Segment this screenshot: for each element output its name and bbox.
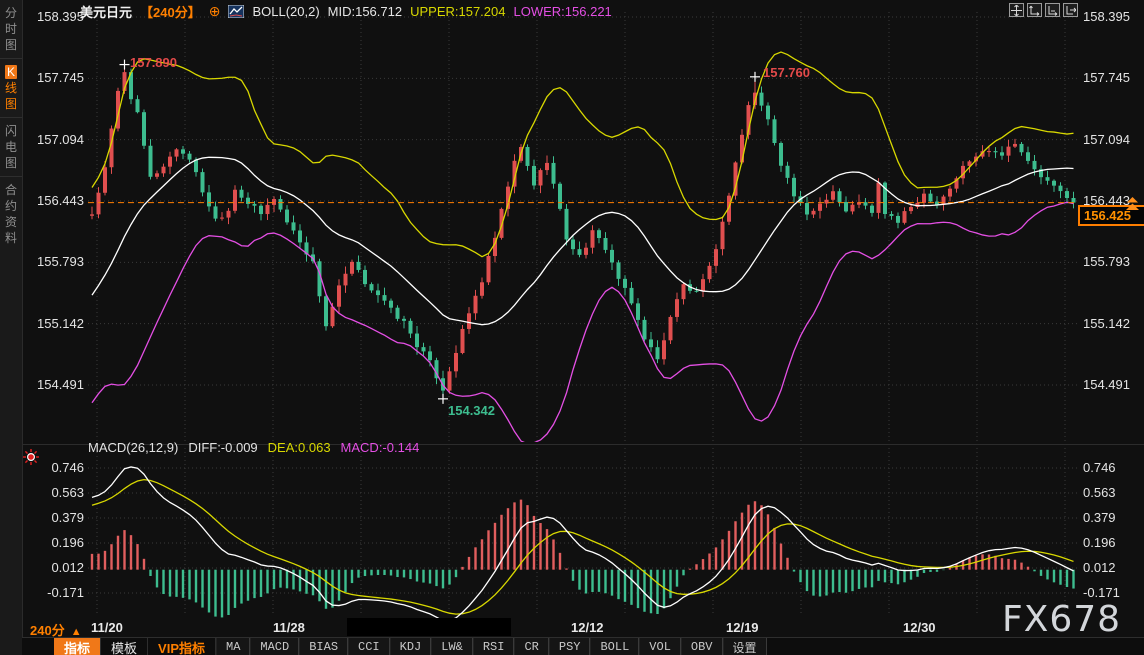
indicator-buttons: MAMACDBIASCCIKDJLW&RSICRPSYBOLLVOLOBV设置 bbox=[216, 638, 767, 655]
fit-y-axis-icon[interactable] bbox=[1027, 3, 1042, 17]
macd-axis-label-left: 0.563 bbox=[24, 485, 84, 500]
macd-axis-label-left: 0.379 bbox=[24, 510, 84, 525]
price-axis-label-right: 157.745 bbox=[1083, 70, 1130, 85]
toolbar-button-ma[interactable]: MA bbox=[216, 638, 250, 655]
sidebar: 分时图K线图闪电图合约资料 bbox=[0, 0, 23, 655]
toolbar-button-lw[interactable]: LW& bbox=[431, 638, 473, 655]
macd-title: MACD(26,12,9) bbox=[88, 440, 178, 455]
boll-mid-value: MID:156.712 bbox=[328, 4, 402, 19]
x-axis-label: 12/19 bbox=[726, 620, 759, 635]
boll-upper-value: UPPER:157.204 bbox=[410, 4, 505, 19]
macd-axis-label-left: 0.196 bbox=[24, 535, 84, 550]
macd-macd-value: MACD:-0.144 bbox=[341, 440, 420, 455]
toolbar-button-cci[interactable]: CCI bbox=[348, 638, 390, 655]
price-axis-label-left: 157.094 bbox=[24, 132, 84, 147]
toolbar-button-kdj[interactable]: KDJ bbox=[390, 638, 432, 655]
toolbar-button-boll[interactable]: BOLL bbox=[590, 638, 639, 655]
macd-axis-label-left: -0.171 bbox=[24, 585, 84, 600]
price-axis-label-right: 158.395 bbox=[1083, 9, 1130, 24]
live-indicator-icon bbox=[23, 449, 39, 470]
sidebar-item-3[interactable]: 闪电图 bbox=[0, 117, 22, 176]
sidebar-item-2[interactable]: K线图 bbox=[0, 58, 22, 117]
price-marker-icon[interactable] bbox=[1125, 196, 1140, 216]
toolbar-button-[interactable]: 设置 bbox=[723, 638, 767, 655]
price-axis-label-right: 154.491 bbox=[1083, 377, 1130, 392]
annotation-low-1: 154.342 bbox=[448, 403, 495, 418]
bollinger-lines bbox=[92, 52, 1074, 444]
price-axis-label-left: 155.142 bbox=[24, 316, 84, 331]
reset-view-icon[interactable] bbox=[1063, 3, 1078, 17]
toolbar-button-macd[interactable]: MACD bbox=[250, 638, 299, 655]
macd-dea-value: DEA:0.063 bbox=[268, 440, 331, 455]
macd-axis-label-right: 0.746 bbox=[1083, 460, 1116, 475]
toolbar-button-vol[interactable]: VOL bbox=[639, 638, 681, 655]
x-axis-label: 12/30 bbox=[903, 620, 936, 635]
tab-templates[interactable]: 模板 bbox=[101, 638, 148, 655]
app-window: 分时图K线图闪电图合约资料 美元日元 【240分】 ⊕ BOLL(20,2) M… bbox=[0, 0, 1144, 655]
tab-indicators[interactable]: 指标 bbox=[54, 638, 101, 655]
price-axis-label-right: 155.142 bbox=[1083, 316, 1130, 331]
macd-axis-label-right: 0.012 bbox=[1083, 560, 1116, 575]
annotation-high-2: 157.760 bbox=[763, 65, 810, 80]
macd-axis-label-right: 0.196 bbox=[1083, 535, 1116, 550]
price-axis-label-right: 157.094 bbox=[1083, 132, 1130, 147]
chart-tools bbox=[1009, 3, 1078, 17]
tab-vip-indicators[interactable]: VIP指标 bbox=[148, 638, 216, 655]
grid-lines bbox=[88, 12, 1078, 616]
price-axis-label-left: 154.491 bbox=[24, 377, 84, 392]
price-axis-label-left: 157.745 bbox=[24, 70, 84, 85]
toolbar-button-bias[interactable]: BIAS bbox=[299, 638, 348, 655]
boll-lower-value: LOWER:156.221 bbox=[514, 4, 612, 19]
macd-axis-label-left: 0.012 bbox=[24, 560, 84, 575]
price-axis-label-right: 155.793 bbox=[1083, 254, 1130, 269]
sidebar-item-1[interactable]: 分时图 bbox=[0, 0, 22, 58]
annotation-high-1: 157.890 bbox=[130, 55, 177, 70]
toolbar-button-psy[interactable]: PSY bbox=[549, 638, 591, 655]
macd-axis-label-right: -0.171 bbox=[1083, 585, 1120, 600]
price-axis-label-left: 158.395 bbox=[24, 9, 84, 24]
macd-header: MACD(26,12,9) DIFF:-0.009 DEA:0.063 MACD… bbox=[88, 440, 419, 455]
chart-header: 美元日元 【240分】 ⊕ BOLL(20,2) MID:156.712 UPP… bbox=[80, 2, 612, 20]
sidebar-item-4[interactable]: 合约资料 bbox=[0, 176, 22, 251]
price-axis-label-left: 156.443 bbox=[24, 193, 84, 208]
mini-chart-icon[interactable] bbox=[228, 5, 244, 18]
x-axis-label: 11/28 bbox=[273, 620, 305, 635]
macd-axis-label-right: 0.563 bbox=[1083, 485, 1116, 500]
chart-canvas[interactable] bbox=[0, 0, 1144, 655]
toolbar-button-rsi[interactable]: RSI bbox=[473, 638, 515, 655]
macd-diff-value: DIFF:-0.009 bbox=[188, 440, 257, 455]
period-label: 【240分】 bbox=[140, 2, 201, 21]
bottom-toolbar: 指标 模板 VIP指标 MAMACDBIASCCIKDJLW&RSICRPSYB… bbox=[22, 637, 1144, 655]
toolbar-button-cr[interactable]: CR bbox=[514, 638, 548, 655]
pan-tool-icon[interactable] bbox=[1009, 3, 1024, 17]
toolbar-spacer bbox=[22, 638, 54, 655]
globe-icon[interactable]: ⊕ bbox=[209, 4, 221, 18]
x-axis-label: 12/12 bbox=[571, 620, 604, 635]
fit-x-axis-icon[interactable] bbox=[1045, 3, 1060, 17]
boll-params-label: BOLL(20,2) bbox=[252, 4, 319, 19]
x-axis-label: 11/20 bbox=[91, 620, 123, 635]
symbol-title: 美元日元 bbox=[80, 2, 132, 21]
sidebar-tabs: 分时图K线图闪电图合约资料 bbox=[0, 0, 22, 251]
blackout-box bbox=[347, 618, 511, 636]
macd-layer bbox=[92, 467, 1074, 621]
price-axis-label-left: 155.793 bbox=[24, 254, 84, 269]
watermark: FX678 bbox=[1002, 599, 1121, 640]
macd-axis-label-right: 0.379 bbox=[1083, 510, 1116, 525]
toolbar-button-obv[interactable]: OBV bbox=[681, 638, 723, 655]
